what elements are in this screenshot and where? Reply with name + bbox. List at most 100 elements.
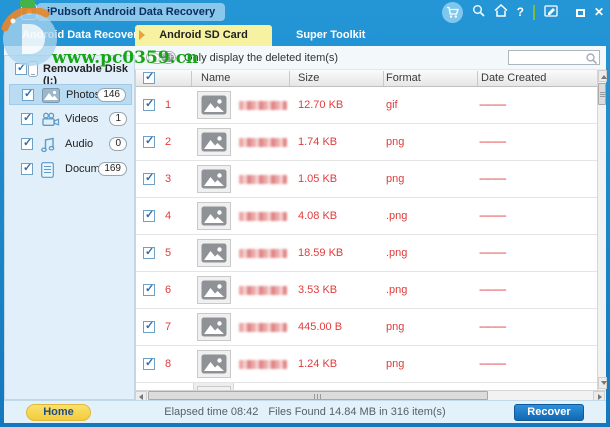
main-panel: OFF Only display the deleted item(s) Rem… <box>4 46 607 423</box>
col-name[interactable]: Name <box>201 72 230 84</box>
sidebar-item-videos[interactable]: Videos 1 <box>9 109 132 130</box>
redacted-filename <box>239 175 287 184</box>
filter-label: Only display the deleted item(s) <box>184 52 339 64</box>
image-thumbnail-icon <box>197 276 231 304</box>
category-checkbox[interactable] <box>21 162 33 175</box>
category-checkbox[interactable] <box>21 112 33 125</box>
tab-super-toolkit[interactable]: Super Toolkit <box>296 25 365 46</box>
status-bar: Home Elapsed time 08:42 Files Found 14.8… <box>4 400 606 423</box>
horizontal-scroll-thumb[interactable] <box>148 391 488 400</box>
tab-android-sd-card-recovery[interactable]: Android SD Card Recovery <box>135 25 272 62</box>
row-checkbox[interactable] <box>143 98 155 111</box>
category-count-badge: 1 <box>109 112 127 126</box>
vertical-scroll-thumb[interactable] <box>598 83 606 105</box>
category-checkbox[interactable] <box>22 88 34 101</box>
row-checkbox[interactable] <box>143 357 155 370</box>
row-checkbox[interactable] <box>143 283 155 296</box>
image-thumbnail-icon <box>197 239 231 267</box>
sidebar-item-audio[interactable]: Audio 0 <box>9 134 132 155</box>
home-icon[interactable] <box>494 3 508 22</box>
window-title: iPubsoft Android Data Recovery <box>37 3 226 21</box>
category-checkbox[interactable] <box>21 137 33 150</box>
redacted-filename <box>239 323 287 332</box>
redacted-filename <box>239 101 287 110</box>
cell-size: 1.05 KB <box>298 173 338 185</box>
cell-format: png <box>386 173 405 185</box>
table-row[interactable]: 8 1.24 KB png ---------- <box>136 346 597 383</box>
tab-chevron-icon <box>139 30 145 40</box>
scroll-down-button[interactable] <box>598 377 607 389</box>
cell-date-created: ---------- <box>479 99 507 111</box>
col-size[interactable]: Size <box>298 72 319 84</box>
row-checkbox[interactable] <box>143 320 155 333</box>
cell-format: .png <box>386 284 408 296</box>
cart-icon[interactable] <box>441 2 463 23</box>
select-all-checkbox[interactable] <box>143 71 155 84</box>
cell-date-created: ---------- <box>479 210 507 222</box>
search-field-icon <box>586 53 597 64</box>
cell-size: 1.74 KB <box>298 136 338 148</box>
feedback-icon[interactable] <box>544 4 558 22</box>
recover-button[interactable]: Recover <box>514 404 584 421</box>
row-number: 3 <box>165 173 172 185</box>
row-checkbox[interactable] <box>143 172 155 185</box>
redacted-filename <box>239 286 287 295</box>
search-input[interactable] <box>511 51 585 64</box>
cell-size: 12.70 KB <box>298 99 344 111</box>
row-number: 4 <box>165 210 172 222</box>
row-number: 7 <box>165 321 172 333</box>
category-count-badge: 0 <box>109 137 127 151</box>
titlebar-divider <box>532 5 535 20</box>
search-icon[interactable] <box>472 4 485 22</box>
cell-size: 3.53 KB <box>298 284 338 296</box>
row-checkbox[interactable] <box>143 209 155 222</box>
videos-icon <box>41 112 60 132</box>
image-thumbnail-icon <box>197 128 231 156</box>
column-separator <box>383 71 384 86</box>
documents-icon <box>41 162 54 183</box>
redacted-filename <box>239 360 287 369</box>
table-header: Name Size Format Date Created <box>136 70 597 87</box>
col-format[interactable]: Format <box>386 72 421 84</box>
column-separator <box>477 71 478 86</box>
table-row[interactable]: 7 445.00 B png ---------- <box>136 309 597 346</box>
redacted-filename <box>239 138 287 147</box>
sidebar-item-documents[interactable]: Documents169 <box>9 159 132 180</box>
category-count-badge: 146 <box>97 88 126 102</box>
table-row[interactable]: 3 1.05 KB png ---------- <box>136 161 597 198</box>
table-row[interactable]: 4 4.08 KB .png ---------- <box>136 198 597 235</box>
category-label: Audio <box>65 138 94 150</box>
search-box[interactable] <box>508 50 600 65</box>
table-row[interactable]: 6 3.53 KB .png ---------- <box>136 272 597 309</box>
col-date-created[interactable]: Date Created <box>481 72 546 84</box>
category-label: Videos <box>65 113 99 125</box>
image-thumbnail-icon <box>197 91 231 119</box>
titlebar: iPubsoft Android Data Recovery ? ✕ <box>0 0 610 25</box>
maximize-icon[interactable] <box>575 4 585 22</box>
image-thumbnail-icon <box>197 165 231 193</box>
home-button[interactable]: Home <box>26 404 91 421</box>
table-row[interactable]: 1 12.70 KB gif ---------- <box>136 87 597 124</box>
cell-format: png <box>386 321 405 333</box>
sidebar: Removable Disk (I:) Photos146Videos1Audi… <box>4 55 135 400</box>
horizontal-scrollbar[interactable] <box>135 390 606 401</box>
photos-icon <box>42 88 60 108</box>
cell-size: 1.24 KB <box>298 358 338 370</box>
row-checkbox[interactable] <box>143 135 155 148</box>
cell-format: .png <box>386 210 408 222</box>
cell-size: 18.59 KB <box>298 247 344 259</box>
table-row[interactable]: 2 1.74 KB png ---------- <box>136 124 597 161</box>
row-number: 2 <box>165 136 172 148</box>
table-row[interactable]: 5 18.59 KB .png ---------- <box>136 235 597 272</box>
cell-size: 4.08 KB <box>298 210 338 222</box>
close-icon[interactable]: ✕ <box>594 0 604 25</box>
cell-format: .png <box>386 247 408 259</box>
column-separator <box>191 71 192 86</box>
image-thumbnail-icon <box>197 202 231 230</box>
vertical-scrollbar[interactable] <box>597 70 607 390</box>
help-icon[interactable]: ? <box>517 0 524 25</box>
scroll-up-button[interactable] <box>598 70 607 82</box>
row-checkbox[interactable] <box>143 246 155 259</box>
sidebar-item-photos[interactable]: Photos146 <box>9 84 132 105</box>
cell-format: gif <box>386 99 398 111</box>
